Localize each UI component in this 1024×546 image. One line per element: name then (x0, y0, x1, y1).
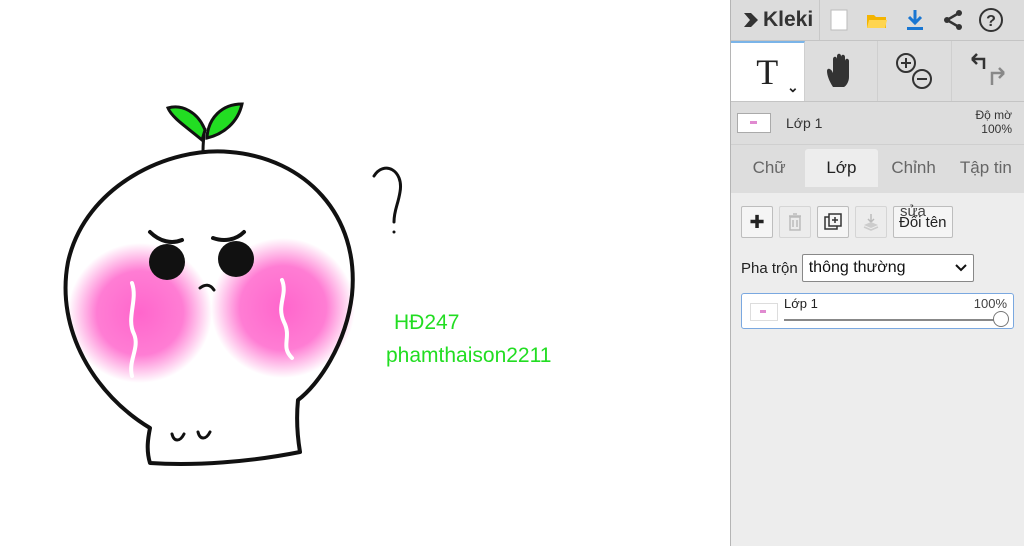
chin-mark-left (170, 432, 186, 442)
sprout-leaf-right (205, 102, 244, 140)
canvas-text-line-2: phamthaison2211 (386, 344, 552, 367)
zoom-icon (896, 53, 933, 89)
eye-right (218, 241, 254, 277)
drawing-artwork (63, 102, 402, 466)
top-toolbar: Kleki ? (731, 0, 1024, 41)
layers-panel: ✚ sửa Đổi tên Pha trộn thông thường Lớp … (731, 193, 1024, 546)
layer-item-opacity: 100% (973, 296, 1007, 311)
blend-mode-value: thông thường (808, 259, 906, 276)
download-icon (907, 10, 924, 30)
question-dot (392, 230, 396, 234)
duplicate-layer-button[interactable] (817, 206, 849, 238)
svg-text:?: ? (986, 13, 996, 30)
undo-redo-button[interactable] (952, 41, 1024, 101)
canvas-text-line-1: HĐ247 (394, 311, 460, 334)
merge-down-icon (863, 214, 879, 231)
question-mark (372, 166, 402, 224)
layer-actions: ✚ sửa Đổi tên (741, 203, 1014, 239)
text-tool-button[interactable]: T ⌄ (731, 41, 805, 101)
eyebrow-left (148, 230, 184, 244)
open-file-button[interactable] (858, 0, 896, 40)
blend-mode-row: Pha trộn thông thường (741, 253, 1014, 283)
app-name: Kleki (763, 8, 814, 31)
blend-label: Pha trộn (741, 259, 798, 277)
share-button[interactable] (934, 0, 972, 40)
duplicate-icon (824, 213, 842, 230)
tab-adjust[interactable]: Chỉnh (878, 149, 950, 187)
rename-overlap-text: sửa (900, 203, 926, 220)
zoom-button[interactable] (878, 41, 952, 101)
eye-left (149, 244, 185, 280)
blush-left (68, 243, 212, 383)
kleki-logo[interactable]: Kleki (731, 0, 821, 40)
add-layer-button[interactable]: ✚ (741, 206, 773, 238)
current-layer-row[interactable]: Lớp 1 Độ mờ 100% (731, 102, 1024, 145)
new-file-icon (830, 9, 848, 31)
layer-thumbnail (737, 113, 771, 133)
drawing-canvas[interactable]: HĐ247 phamthaison2211 (0, 0, 730, 546)
eyebrow-right (211, 230, 246, 242)
tab-bar: Chữ Lớp Chỉnh Tập tin (731, 147, 1024, 187)
new-file-button[interactable] (820, 0, 858, 40)
layer-list-item[interactable]: Lớp 1 100% (741, 293, 1014, 329)
hand-tool-button[interactable] (805, 41, 878, 101)
opacity-value: 100% (981, 122, 1012, 136)
chevron-down-icon[interactable]: ⌄ (787, 79, 799, 96)
delete-layer-button[interactable] (779, 206, 811, 238)
current-layer-name: Lớp 1 (786, 115, 823, 131)
rename-layer-button[interactable]: sửa Đổi tên (893, 203, 953, 238)
help-icon: ? (979, 8, 1004, 32)
opacity-label: Độ mờ (975, 108, 1012, 122)
help-button[interactable]: ? (972, 0, 1010, 40)
sprout-leaf-left (165, 105, 207, 143)
layer-opacity-slider-track[interactable] (784, 319, 999, 321)
tab-layer[interactable]: Lớp (805, 149, 878, 187)
sidebar: Kleki ? T ⌄ Lớp 1 Độ mờ 100% Chữ Lớp Chỉ… (730, 0, 1024, 546)
chevron-down-icon (955, 264, 967, 272)
layer-item-thumbnail (750, 303, 778, 321)
opacity-readout: Độ mờ 100% (975, 108, 1012, 136)
layer-opacity-slider-handle[interactable] (993, 311, 1009, 327)
chin-mark-right (196, 430, 212, 440)
hand-icon (826, 53, 849, 87)
merge-layer-button[interactable] (855, 206, 887, 238)
plus-icon: ✚ (749, 211, 765, 232)
tool-row: T ⌄ (731, 41, 1024, 102)
open-folder-icon (867, 15, 888, 28)
blend-mode-select[interactable]: thông thường (801, 254, 974, 282)
download-button[interactable] (896, 0, 934, 40)
tab-text[interactable]: Chữ (733, 149, 805, 187)
tab-file[interactable]: Tập tin (950, 149, 1022, 187)
kleki-logo-icon (744, 13, 758, 27)
share-icon (944, 10, 963, 30)
trash-icon (789, 213, 801, 231)
text-tool-icon: T (756, 52, 779, 92)
layer-item-name: Lớp 1 (784, 296, 818, 311)
undo-redo-icon (970, 53, 1005, 85)
